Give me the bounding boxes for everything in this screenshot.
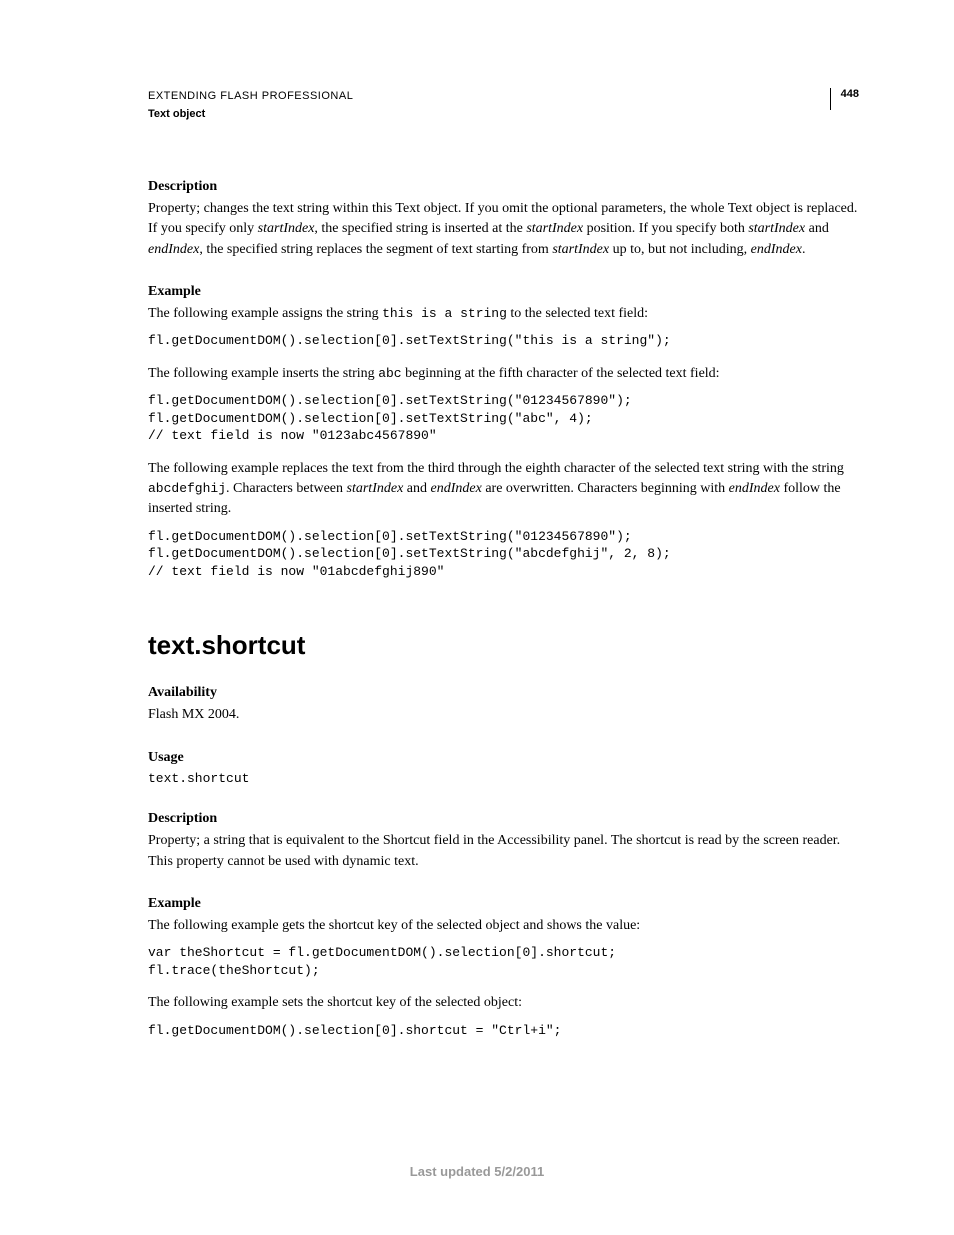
code-block-s2-1: var theShortcut = fl.getDocumentDOM().se… bbox=[148, 944, 859, 979]
description-paragraph: Property; changes the text string within… bbox=[148, 199, 859, 260]
example-intro-s2-1: The following example gets the shortcut … bbox=[148, 916, 859, 936]
availability-text: Flash MX 2004. bbox=[148, 705, 859, 725]
page-footer: Last updated 5/2/2011 bbox=[0, 1164, 954, 1179]
header-left: EXTENDING FLASH PROFESSIONAL Text object bbox=[148, 88, 353, 123]
usage-heading: Usage bbox=[148, 750, 859, 766]
section-shortcut: text.shortcut Availability Flash MX 2004… bbox=[148, 630, 859, 1039]
usage-code: text.shortcut bbox=[148, 770, 859, 788]
description-heading: Description bbox=[148, 179, 859, 195]
code-block-1: fl.getDocumentDOM().selection[0].setText… bbox=[148, 332, 859, 350]
page-number: 448 bbox=[830, 88, 859, 110]
main-title: text.shortcut bbox=[148, 630, 859, 661]
example-intro-3: The following example replaces the text … bbox=[148, 459, 859, 520]
example-intro-2: The following example inserts the string… bbox=[148, 364, 859, 384]
example-heading: Example bbox=[148, 284, 859, 300]
page-header: EXTENDING FLASH PROFESSIONAL Text object… bbox=[148, 88, 859, 123]
example-intro-s2-2: The following example sets the shortcut … bbox=[148, 993, 859, 1013]
description-text-2: Property; a string that is equivalent to… bbox=[148, 831, 859, 872]
code-block-s2-2: fl.getDocumentDOM().selection[0].shortcu… bbox=[148, 1022, 859, 1040]
code-block-2: fl.getDocumentDOM().selection[0].setText… bbox=[148, 392, 859, 445]
code-block-3: fl.getDocumentDOM().selection[0].setText… bbox=[148, 528, 859, 581]
section-settextstring: Description Property; changes the text s… bbox=[148, 179, 859, 580]
example-heading-2: Example bbox=[148, 896, 859, 912]
example-intro-1: The following example assigns the string… bbox=[148, 304, 859, 324]
doc-section: Text object bbox=[148, 106, 353, 124]
page-content: EXTENDING FLASH PROFESSIONAL Text object… bbox=[0, 0, 954, 1039]
availability-heading: Availability bbox=[148, 685, 859, 701]
doc-title: EXTENDING FLASH PROFESSIONAL bbox=[148, 88, 353, 106]
description-heading-2: Description bbox=[148, 811, 859, 827]
